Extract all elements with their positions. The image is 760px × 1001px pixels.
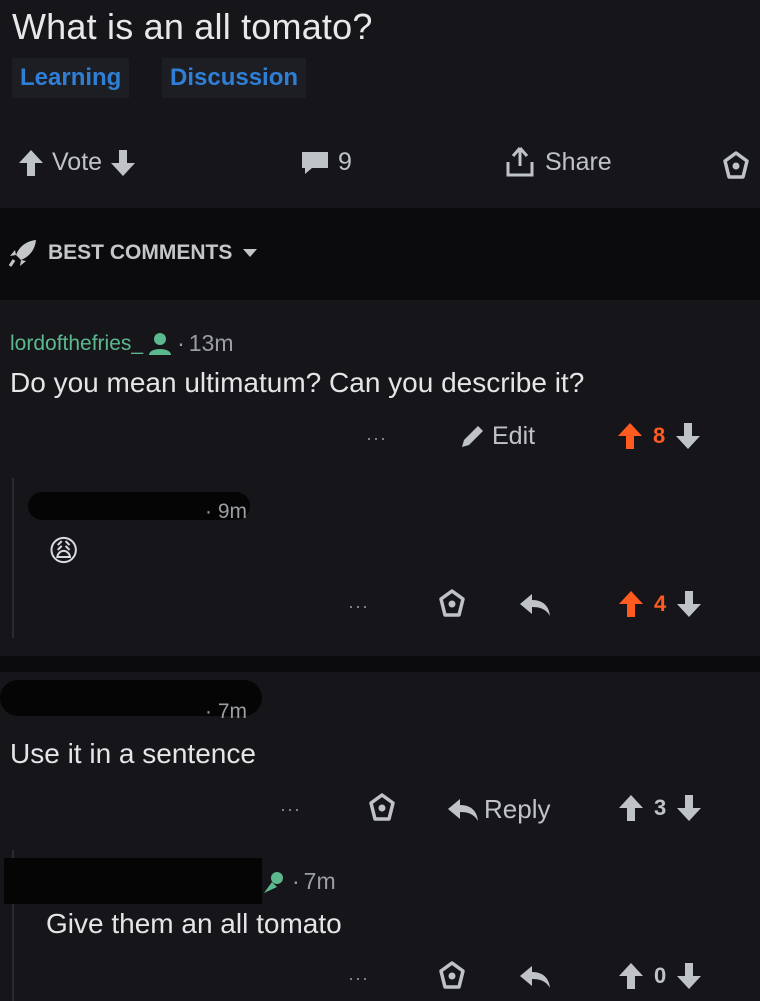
more-options-button[interactable]: ··· [348,968,369,989]
comments-button[interactable]: 9 [300,148,352,177]
comment-separator [0,656,760,672]
upvote-icon[interactable] [618,590,644,618]
reply-button[interactable]: Reply [446,794,550,825]
user-icon [149,332,172,355]
upvote-icon[interactable] [618,794,644,822]
comment-vote: 4 [618,590,702,618]
comment-count: 9 [338,148,352,176]
comment-header: · 7m [262,868,336,895]
sort-label: BEST COMMENTS [48,241,233,264]
comment-vote: 8 [617,422,701,450]
award-icon[interactable] [436,960,468,992]
downvote-icon[interactable] [676,962,702,990]
redacted-username [4,858,262,904]
user-icon [264,871,283,893]
score: 4 [654,591,667,616]
comment-time: · 7m [205,700,248,723]
edit-button[interactable]: Edit [458,422,535,451]
edit-label: Edit [492,422,536,450]
downvote-icon[interactable] [676,794,702,822]
pencil-icon [462,425,483,447]
emoji-weary-face: 😩 [48,535,80,568]
reply-arrow-icon [448,798,478,821]
downvote-icon[interactable] [110,149,136,177]
upvote-icon[interactable] [617,422,643,450]
downvote-icon[interactable] [676,590,702,618]
upvote-icon[interactable] [18,149,44,177]
score: 0 [654,963,667,988]
score: 3 [654,795,667,820]
flair-discussion[interactable]: Discussion [162,58,307,98]
vote-label: Vote [52,148,103,176]
post-action-bar: Vote 9 Share [0,140,760,188]
more-options-button[interactable]: ··· [366,428,387,449]
post-title: What is an all tomato? [12,6,373,47]
score: 8 [653,423,666,448]
flair-learning[interactable]: Learning [12,58,130,98]
comment-bubble-icon [302,151,328,174]
share-icon [506,147,534,177]
comment-header: lordofthefries_ · 13m [10,330,234,356]
downvote-icon[interactable] [675,422,701,450]
more-options-button[interactable]: ··· [348,596,369,617]
upvote-icon[interactable] [618,962,644,990]
chevron-down-icon [243,249,258,257]
comment-vote: 0 [618,962,702,990]
comment-time: · 9m [205,500,248,523]
reply-label: Reply [484,794,551,824]
sort-selector[interactable]: BEST COMMENTS [8,238,258,268]
thread-line [12,478,14,638]
comment-text: Do you mean ultimatum? Can you describe … [10,367,585,398]
comment-text: Give them an all tomato [46,908,342,939]
comment-text: Use it in a sentence [10,738,256,769]
comment-time: 7m [303,868,336,894]
award-icon[interactable] [436,588,468,620]
reply-arrow-icon[interactable] [518,592,552,618]
comment-username[interactable]: lordofthefries_ [10,332,143,356]
share-label: Share [545,147,612,176]
share-button[interactable]: Share [503,146,612,178]
rocket-icon [8,240,36,267]
more-options-button[interactable]: ··· [280,799,301,820]
comment-vote: 3 [618,794,702,822]
award-icon[interactable] [720,150,752,182]
comment-time: 13m [188,330,234,356]
reply-arrow-icon[interactable] [518,964,552,990]
award-icon[interactable] [366,792,398,824]
vote-control: Vote [18,148,136,177]
